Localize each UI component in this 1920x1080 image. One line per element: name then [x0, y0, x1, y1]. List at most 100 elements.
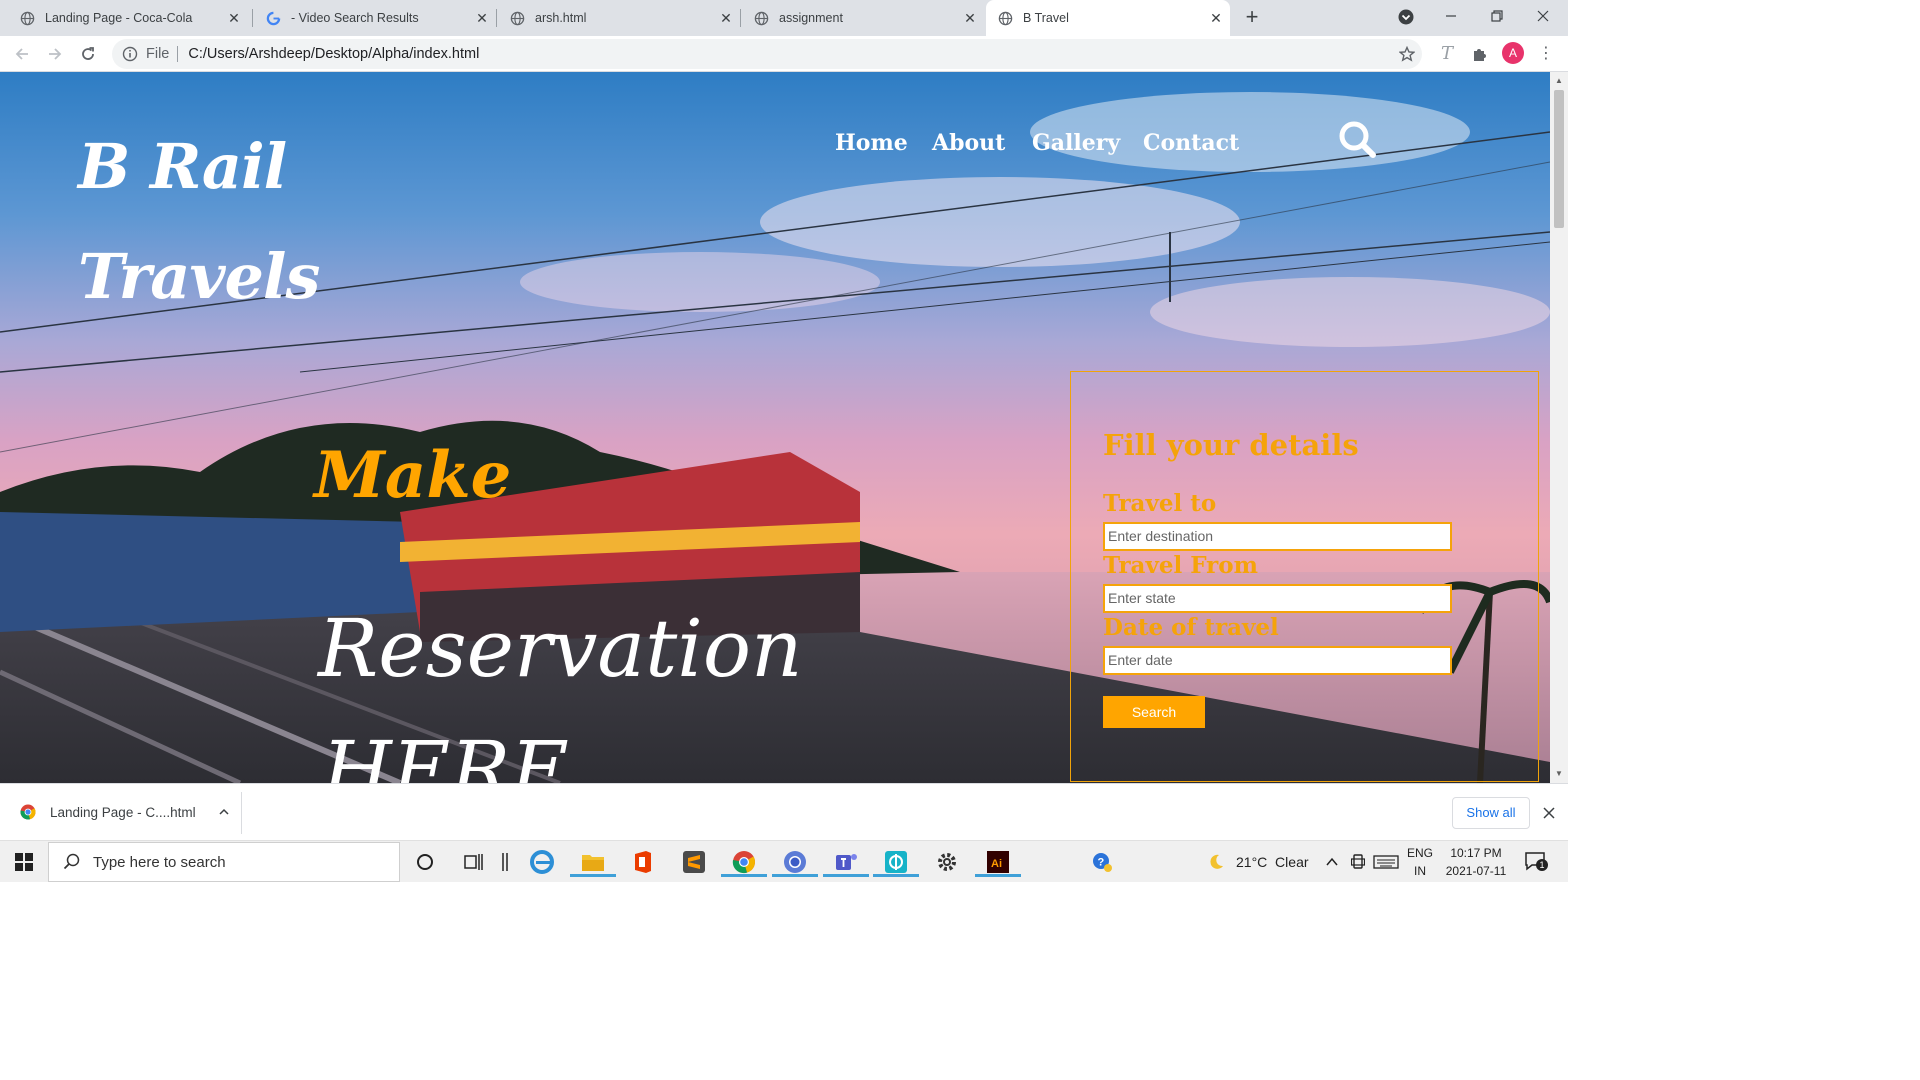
weather-text[interactable]: 21°C Clear: [1236, 854, 1309, 870]
language-code[interactable]: ENG: [1404, 846, 1436, 860]
taskbar-search-box[interactable]: Type here to search: [48, 842, 400, 882]
settings-gear-icon[interactable]: [932, 847, 962, 877]
arrow-right-icon: [49, 48, 62, 60]
reload-button[interactable]: [76, 42, 100, 66]
show-all-button[interactable]: Show all: [1452, 797, 1530, 829]
profile-avatar[interactable]: A: [1502, 42, 1524, 64]
close-icon[interactable]: [1543, 807, 1555, 819]
chevron-up-icon[interactable]: [218, 806, 230, 818]
active-indicator: [721, 874, 767, 877]
extensions-button[interactable]: [1468, 42, 1492, 66]
arrow-left-icon: [15, 48, 28, 60]
hero-line-here: HERE: [322, 724, 569, 783]
address-bar[interactable]: File C:/Users/Arshdeep/Desktop/Alpha/ind…: [112, 39, 1422, 69]
edge-icon[interactable]: [527, 847, 557, 877]
close-icon[interactable]: ✕: [474, 10, 490, 26]
tab-landing-page[interactable]: Landing Page - Coca-Cola ✕: [0, 0, 253, 36]
reload-icon: [82, 47, 94, 60]
chevron-up-icon[interactable]: [1325, 855, 1339, 869]
tab-assignment[interactable]: assignment ✕: [740, 0, 984, 36]
globe-icon: [20, 11, 35, 25]
chrome-icon: [20, 804, 36, 820]
date-input[interactable]: Enter date: [1103, 646, 1452, 675]
office-icon[interactable]: [628, 847, 658, 877]
chevron-down-icon: [1398, 9, 1414, 25]
close-icon[interactable]: ✕: [226, 10, 242, 26]
scroll-thumb[interactable]: [1554, 90, 1564, 228]
tab-video-search[interactable]: - Video Search Results ✕: [252, 0, 497, 36]
clock-time[interactable]: 10:17 PM: [1440, 846, 1512, 860]
nav-about[interactable]: About: [932, 130, 1005, 156]
nav-home[interactable]: Home: [835, 130, 908, 156]
forward-button[interactable]: [43, 42, 67, 66]
globe-icon: [510, 11, 525, 25]
menu-kebab-icon[interactable]: ⋮: [1534, 42, 1558, 66]
close-icon[interactable]: ✕: [1208, 10, 1224, 26]
new-tab-button[interactable]: +: [1240, 6, 1264, 30]
active-indicator: [570, 874, 616, 877]
globe-icon: [754, 11, 769, 25]
tab-arsh[interactable]: arsh.html ✕: [496, 0, 741, 36]
nav-contact[interactable]: Contact: [1143, 130, 1239, 156]
translate-extension-icon[interactable]: T: [1435, 42, 1459, 66]
tab-b-travel[interactable]: B Travel ✕: [986, 0, 1230, 36]
scroll-down-icon[interactable]: ▼: [1554, 769, 1564, 779]
illustrator-icon[interactable]: Ai: [975, 847, 1021, 877]
close-icon[interactable]: ✕: [718, 10, 734, 26]
google-icon: [266, 11, 281, 25]
url-text: C:/Users/Arshdeep/Desktop/Alpha/index.ht…: [188, 46, 480, 62]
chrome-app-icon[interactable]: [772, 847, 818, 877]
notification-button[interactable]: 1: [1524, 851, 1548, 873]
window-close-button[interactable]: [1520, 0, 1566, 36]
scroll-up-icon[interactable]: ▲: [1554, 76, 1564, 86]
tab-title: arsh.html: [535, 11, 587, 25]
search-button[interactable]: Search: [1103, 696, 1205, 728]
active-indicator: [975, 874, 1021, 877]
chrome-icon[interactable]: [721, 847, 767, 877]
state-input[interactable]: Enter state: [1103, 584, 1452, 613]
hero-line-make: Make: [314, 438, 512, 513]
active-indicator: [823, 874, 869, 877]
snip-tool-icon[interactable]: [873, 847, 919, 877]
minimize-button[interactable]: [1428, 0, 1474, 36]
device-icon[interactable]: [1351, 854, 1365, 870]
restore-icon: [1491, 10, 1503, 22]
tab-title: - Video Search Results: [291, 11, 419, 25]
close-icon: [1537, 10, 1549, 22]
search-icon[interactable]: [1338, 120, 1376, 158]
scheme-label: File: [146, 46, 170, 62]
notification-count: 1: [1536, 859, 1548, 871]
language-region[interactable]: IN: [1404, 864, 1436, 878]
globe-icon: [998, 11, 1013, 25]
windows-start-icon[interactable]: [15, 853, 33, 871]
download-filename: Landing Page - C....html: [50, 804, 196, 820]
downloads-divider: [241, 792, 242, 834]
restore-button[interactable]: [1474, 0, 1520, 36]
moon-weather-icon: [1210, 854, 1223, 869]
destination-input[interactable]: Enter destination: [1103, 522, 1452, 551]
back-button[interactable]: [10, 42, 34, 66]
page-scrollbar[interactable]: ▲ ▼: [1550, 72, 1568, 783]
task-view-icon[interactable]: [459, 847, 489, 877]
cortana-icon[interactable]: [410, 847, 440, 877]
download-item[interactable]: Landing Page - C....html: [20, 804, 230, 820]
pen-workspace-icon[interactable]: [490, 847, 520, 877]
tab-strip: Landing Page - Coca-Cola ✕ - Video Searc…: [0, 0, 1568, 36]
keyboard-icon[interactable]: [1373, 854, 1399, 870]
logo-line-1: B Rail: [78, 130, 287, 203]
tab-search-button[interactable]: [1383, 0, 1429, 36]
clock-date[interactable]: 2021-07-11: [1440, 864, 1512, 878]
active-indicator: [873, 874, 919, 877]
puzzle-icon: [1474, 49, 1486, 61]
bookmark-button[interactable]: [1395, 42, 1419, 66]
minimize-icon: [1446, 15, 1456, 17]
close-icon[interactable]: ✕: [962, 10, 978, 26]
nav-gallery[interactable]: Gallery: [1032, 130, 1120, 156]
file-explorer-icon[interactable]: [570, 847, 616, 877]
active-indicator: [772, 874, 818, 877]
teams-icon[interactable]: [823, 847, 869, 877]
help-icon[interactable]: ?: [1087, 847, 1117, 877]
label-travel-from: Travel From: [1103, 552, 1258, 579]
search-icon: [63, 853, 80, 870]
sublime-text-icon[interactable]: [679, 847, 709, 877]
